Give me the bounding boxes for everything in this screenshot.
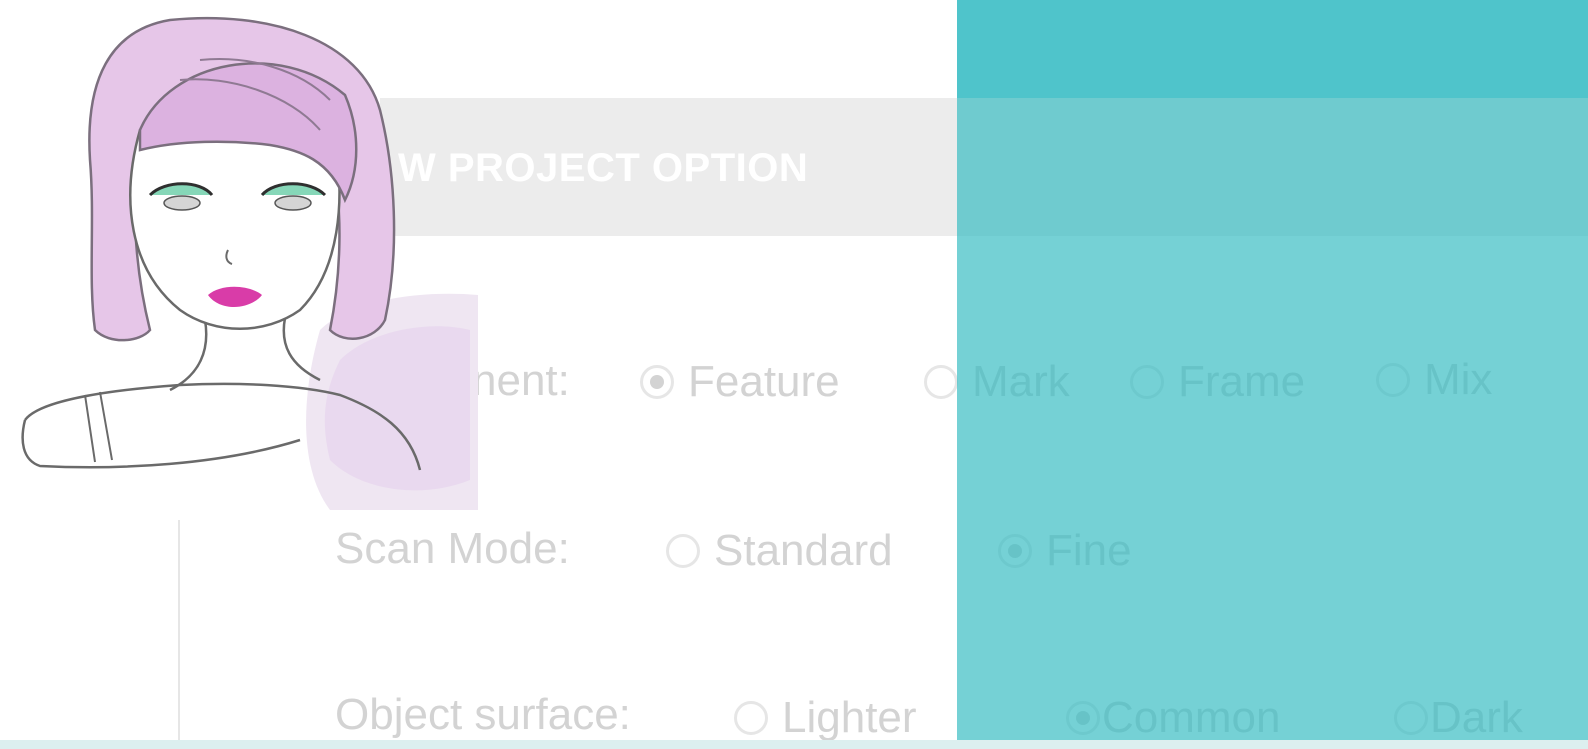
radio-common-label: Common [1102, 693, 1281, 742]
radio-unchecked-icon [734, 701, 768, 735]
radio-frame[interactable]: Frame [1130, 357, 1305, 407]
radio-mark[interactable]: Mark [924, 357, 1070, 407]
radio-unchecked-icon [1130, 365, 1164, 399]
radio-unchecked-icon [924, 365, 958, 399]
radio-fine-label: Fine [1046, 526, 1132, 575]
radio-mark-label: Mark [972, 357, 1070, 406]
radio-mix-label: Mix [1424, 355, 1493, 404]
radio-unchecked-icon [1376, 363, 1410, 397]
scan-mode-label: Scan Mode: [335, 524, 570, 573]
radio-dark[interactable]: Dark [1394, 693, 1523, 743]
teal-top-band [957, 0, 1588, 98]
radio-frame-label: Frame [1178, 357, 1306, 406]
radio-unchecked-icon [1394, 701, 1428, 735]
radio-standard[interactable]: Standard [666, 526, 893, 576]
radio-checked-icon [1066, 701, 1100, 735]
woman-avatar-icon [0, 0, 478, 520]
radio-fine[interactable]: Fine [998, 526, 1132, 576]
alignment-label: nent: [472, 356, 570, 405]
radio-feature-label: Feature [688, 357, 840, 406]
radio-feature[interactable]: Feature [640, 357, 840, 407]
object-surface-label: Object surface: [335, 690, 631, 739]
radio-checked-icon [998, 534, 1032, 568]
radio-checked-icon [640, 365, 674, 399]
radio-mix[interactable]: Mix [1376, 355, 1492, 405]
radio-lighter-label: Lighter [782, 693, 917, 742]
project-options-screen: W PROJECT OPTION nent: Feature Mark Fram… [0, 0, 1588, 749]
radio-common[interactable]: Common [1066, 693, 1281, 743]
radio-unchecked-icon [666, 534, 700, 568]
radio-lighter[interactable]: Lighter [734, 693, 917, 743]
radio-dark-label: Dark [1430, 693, 1523, 742]
radio-standard-label: Standard [714, 526, 893, 575]
